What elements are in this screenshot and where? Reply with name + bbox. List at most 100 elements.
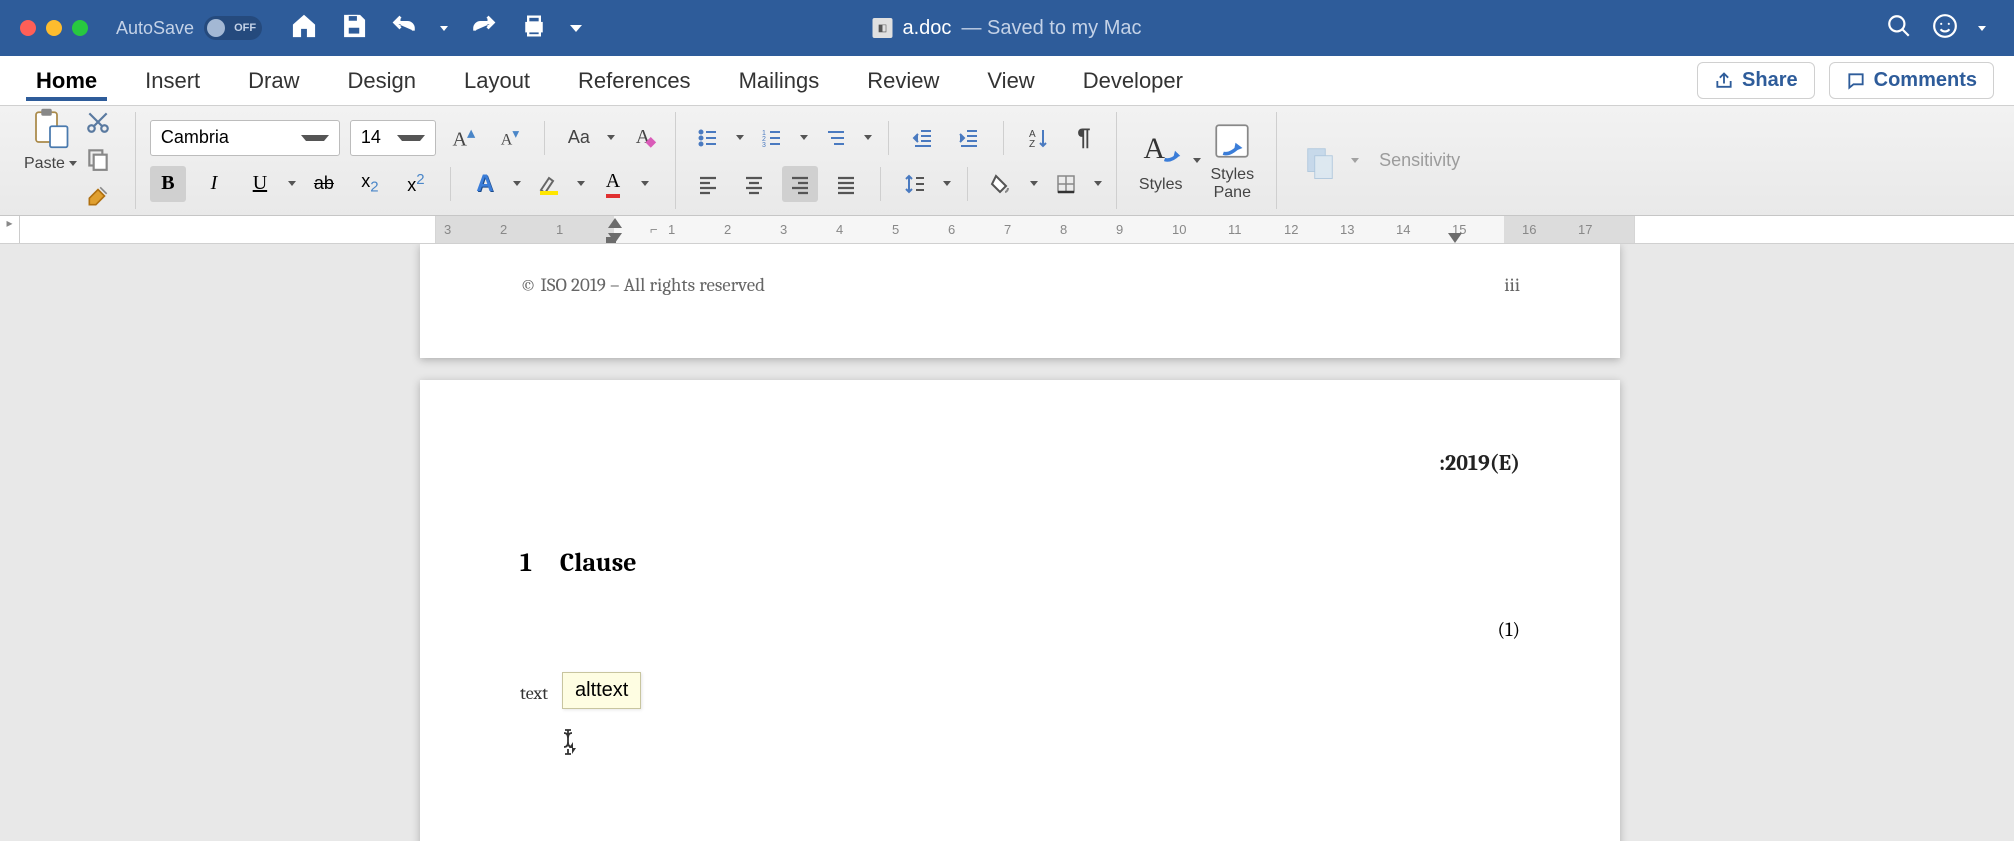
ruler-row: ▸ 3 2 1 ⌐ 1 2 3 4 5 6 7 8 9 10 11 12 13 … [0, 216, 2014, 244]
account-dropdown[interactable] [1978, 26, 1986, 31]
highlight-icon[interactable] [531, 166, 567, 202]
horizontal-ruler[interactable]: 3 2 1 ⌐ 1 2 3 4 5 6 7 8 9 10 11 12 13 14… [435, 216, 1635, 243]
tab-mailings[interactable]: Mailings [715, 56, 844, 105]
body-text[interactable]: text [520, 683, 1520, 704]
footer-copyright: © ISO 2019 – All rights reserved [520, 274, 765, 296]
first-line-indent[interactable] [608, 218, 622, 228]
qat-customize[interactable] [570, 25, 582, 32]
change-case-dropdown[interactable] [607, 135, 615, 140]
styles-pane-button[interactable]: StylesPane [1201, 116, 1265, 205]
bullets-icon[interactable] [690, 120, 726, 156]
group-font: Cambria 14 A▴ A▾ Aa A◆ B I U ab x2 x2 A … [136, 112, 676, 209]
bold-button[interactable]: B [150, 166, 186, 202]
tab-design[interactable]: Design [324, 56, 440, 105]
sensitivity-dropdown[interactable] [1351, 158, 1359, 163]
close-window[interactable] [20, 20, 36, 36]
search-icon[interactable] [1886, 13, 1912, 44]
cut-icon[interactable] [85, 109, 111, 140]
tab-layout[interactable]: Layout [440, 56, 554, 105]
vertical-ruler-toggle[interactable]: ▸ [0, 216, 20, 243]
line-spacing-icon[interactable] [897, 166, 933, 202]
comments-button[interactable]: Comments [1829, 62, 1994, 99]
autosave-toggle[interactable]: AutoSave OFF [116, 16, 262, 40]
styles-button[interactable]: A Styles [1129, 124, 1193, 198]
indent-icon[interactable] [951, 120, 987, 156]
tab-review[interactable]: Review [843, 56, 963, 105]
redo-icon[interactable] [470, 12, 498, 45]
align-center-icon[interactable] [736, 166, 772, 202]
highlight-dropdown[interactable] [577, 181, 585, 186]
italic-button[interactable]: I [196, 166, 232, 202]
paste-label: Paste [24, 155, 65, 173]
page-previous-bottom[interactable]: © ISO 2019 – All rights reserved iii [420, 244, 1620, 358]
clear-formatting-icon[interactable]: A◆ [625, 120, 661, 156]
home-icon[interactable] [290, 12, 318, 45]
format-painter-icon[interactable] [85, 183, 111, 214]
numbering-dropdown[interactable] [800, 135, 808, 140]
outdent-icon[interactable] [905, 120, 941, 156]
sort-icon[interactable]: AZ [1020, 120, 1056, 156]
line-spacing-dropdown[interactable] [943, 181, 951, 186]
bullets-dropdown[interactable] [736, 135, 744, 140]
align-right-icon[interactable] [782, 166, 818, 202]
show-marks-icon[interactable]: ¶ [1066, 120, 1102, 156]
right-indent[interactable] [1448, 233, 1462, 243]
underline-dropdown[interactable] [288, 181, 296, 186]
share-button[interactable]: Share [1697, 62, 1815, 99]
font-color-dropdown[interactable] [641, 181, 649, 186]
styles-dropdown[interactable] [1193, 158, 1201, 163]
tab-view[interactable]: View [963, 56, 1058, 105]
change-case-icon[interactable]: Aa [561, 120, 597, 156]
tab-insert[interactable]: Insert [121, 56, 224, 105]
undo-icon[interactable] [390, 12, 418, 45]
grow-font-icon[interactable]: A▴ [446, 120, 482, 156]
minimize-window[interactable] [46, 20, 62, 36]
borders-dropdown[interactable] [1094, 181, 1102, 186]
share-label: Share [1742, 69, 1798, 92]
save-icon[interactable] [340, 12, 368, 45]
align-left-icon[interactable] [690, 166, 726, 202]
undo-dropdown[interactable] [440, 26, 448, 31]
tab-home[interactable]: Home [12, 56, 121, 105]
font-size-select[interactable]: 14 [350, 120, 436, 156]
text-effects-dropdown[interactable] [513, 181, 521, 186]
autosave-switch[interactable]: OFF [204, 16, 262, 40]
left-indent[interactable] [606, 237, 616, 243]
tab-draw[interactable]: Draw [224, 56, 323, 105]
paste-button[interactable]: Paste [24, 107, 77, 173]
smiley-icon[interactable] [1932, 13, 1958, 44]
justify-icon[interactable] [828, 166, 864, 202]
print-icon[interactable] [520, 12, 548, 45]
save-status: — Saved to my Mac [961, 17, 1141, 40]
font-color-icon[interactable]: A [595, 166, 631, 202]
copy-icon[interactable] [85, 146, 111, 177]
font-name-select[interactable]: Cambria [150, 120, 340, 156]
ribbon: Paste Cambria 14 A▴ A▾ Aa A◆ B I U ab [0, 106, 2014, 216]
tab-developer[interactable]: Developer [1059, 56, 1207, 105]
heading-1[interactable]: 1 Clause [520, 548, 1520, 578]
page-current[interactable]: :2019(E) 1 Clause (1) alttext text [420, 380, 1620, 841]
shrink-font-icon[interactable]: A▾ [492, 120, 528, 156]
underline-button[interactable]: U [242, 166, 278, 202]
text-effects-icon[interactable]: A [467, 166, 503, 202]
sensitivity-button[interactable] [1289, 136, 1351, 186]
mouse-cursor-icon [559, 728, 583, 762]
superscript-button[interactable]: x2 [398, 166, 434, 202]
borders-icon[interactable] [1048, 166, 1084, 202]
shading-dropdown[interactable] [1030, 181, 1038, 186]
comments-label: Comments [1874, 69, 1977, 92]
filename: a.doc [903, 17, 952, 40]
numbering-icon[interactable]: 123 [754, 120, 790, 156]
document-area[interactable]: © ISO 2019 – All rights reserved iii :20… [0, 244, 2014, 841]
styles-label: Styles [1139, 176, 1183, 194]
multilevel-dropdown[interactable] [864, 135, 872, 140]
multilevel-icon[interactable] [818, 120, 854, 156]
titlebar: AutoSave OFF ◧ a.doc — Saved to my Mac [0, 0, 2014, 56]
maximize-window[interactable] [72, 20, 88, 36]
strikethrough-button[interactable]: ab [306, 166, 342, 202]
shading-icon[interactable] [984, 166, 1020, 202]
svg-text:Z: Z [1029, 139, 1035, 150]
group-sensitivity: Sensitivity [1277, 112, 1492, 209]
tab-references[interactable]: References [554, 56, 715, 105]
subscript-button[interactable]: x2 [352, 166, 388, 202]
